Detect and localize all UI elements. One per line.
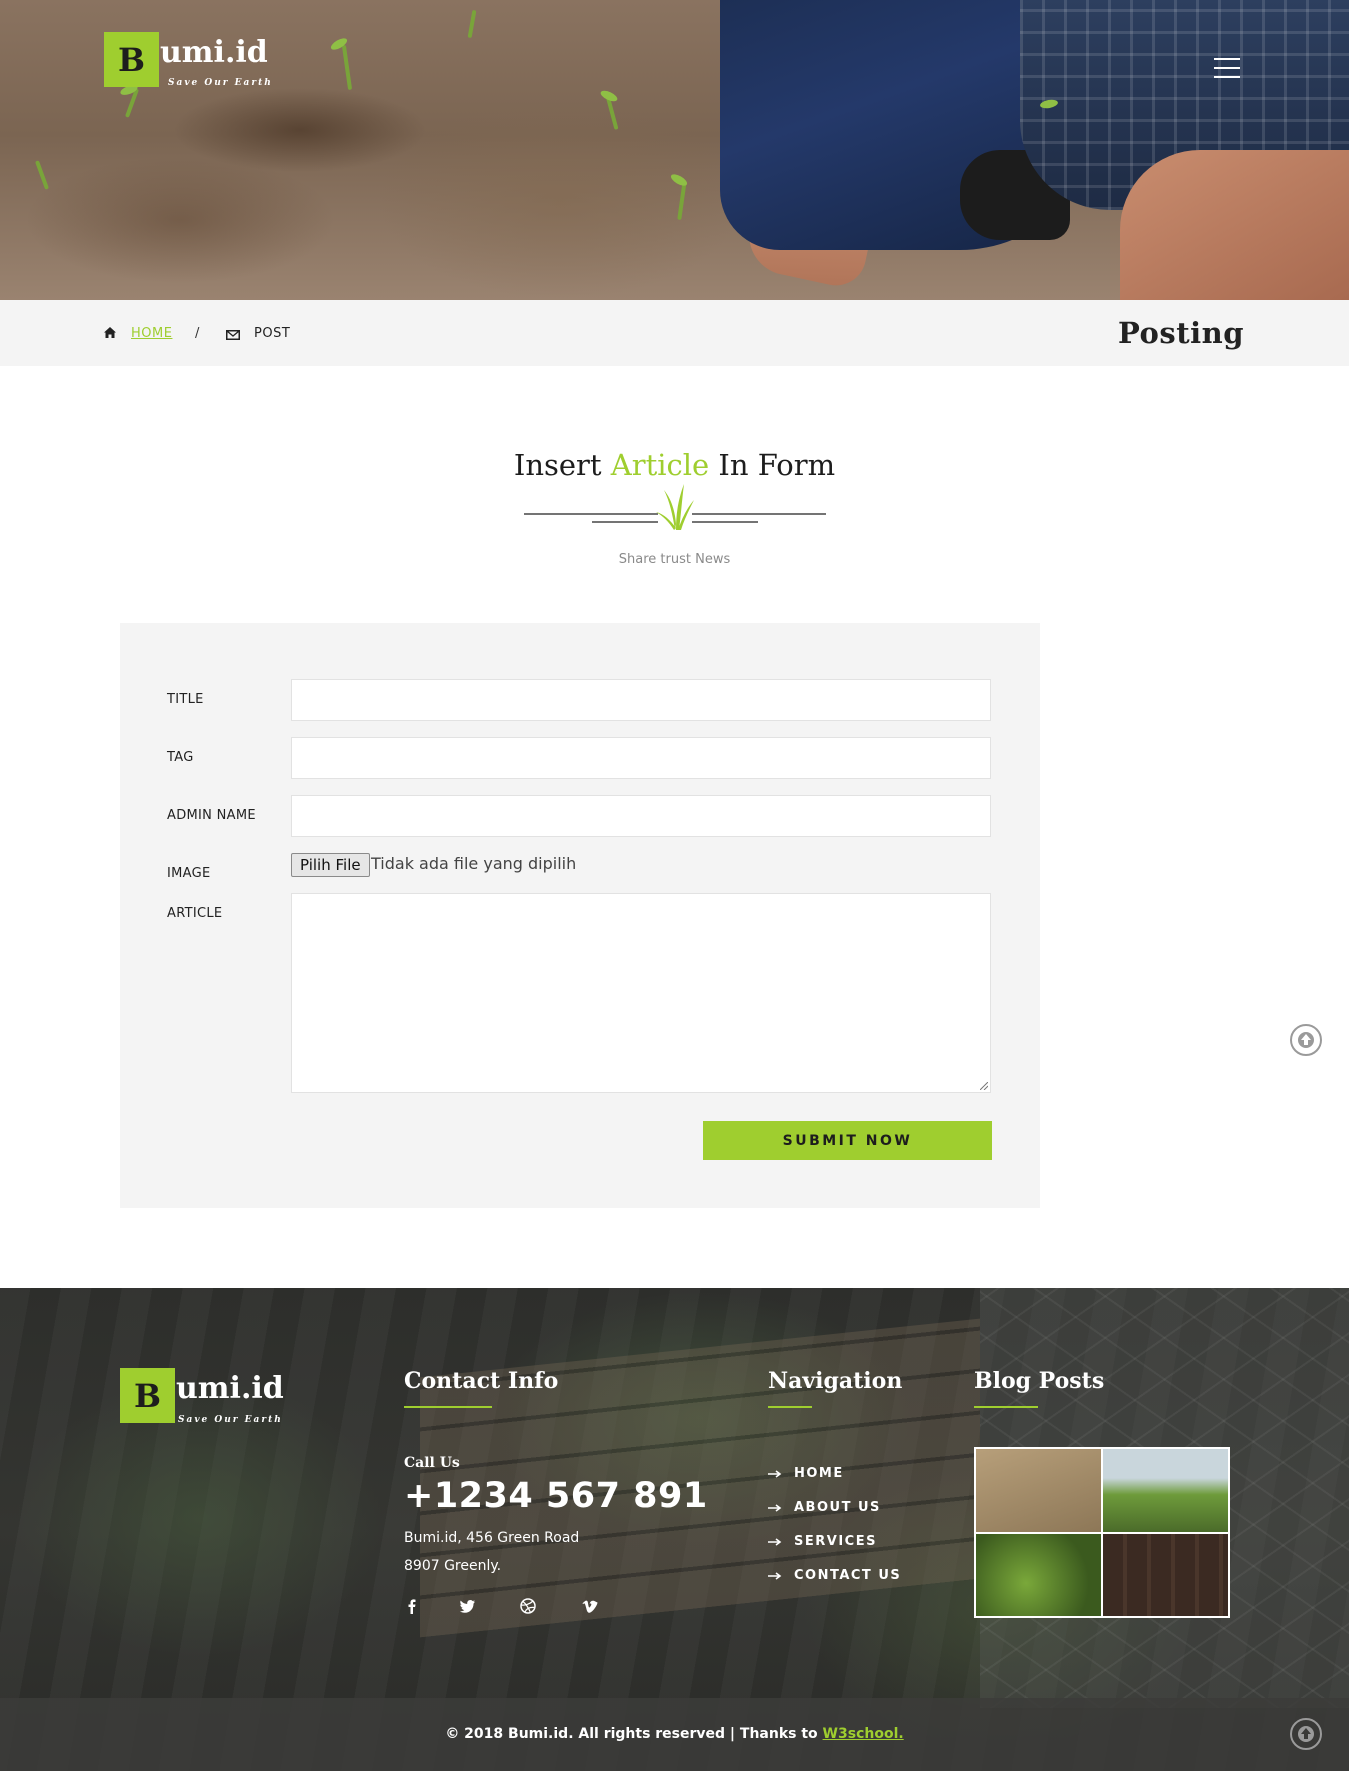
call-label: Call Us: [404, 1455, 460, 1471]
arrow-up-icon: [1298, 1032, 1314, 1048]
hamburger-line: [1214, 58, 1240, 60]
twitter-icon[interactable]: [460, 1598, 476, 1614]
blog-thumbnail[interactable]: [1103, 1449, 1228, 1532]
footer-nav-services[interactable]: SERVICES: [768, 1534, 877, 1549]
blog-posts-heading-underline: [974, 1406, 1038, 1408]
footer-nav-contact-us[interactable]: CONTACT US: [768, 1568, 901, 1583]
section-title-end: In Form: [709, 448, 836, 482]
footer-nav-label: HOME: [794, 1466, 844, 1481]
scroll-to-top-button[interactable]: [1290, 1024, 1322, 1056]
article-label: ARTICLE: [167, 906, 223, 921]
sprout: [341, 44, 353, 91]
arrow-right-icon: [768, 1537, 782, 1546]
footer-nav-home[interactable]: HOME: [768, 1466, 844, 1481]
section-title-accent: Article: [610, 448, 710, 482]
admin-name-label: ADMIN NAME: [167, 808, 256, 823]
article-textarea[interactable]: [291, 893, 991, 1093]
logo-name: umi.id: [160, 35, 268, 70]
leaf: [669, 172, 689, 188]
footer-logo[interactable]: B umi.id Save Our Earth: [120, 1368, 284, 1425]
logo-letter: B: [120, 1368, 175, 1423]
copyright-label: © 2018 Bumi.id. All rights reserved | Th…: [445, 1726, 823, 1742]
header-logo[interactable]: B umi.id Save Our Earth: [104, 32, 271, 88]
breadcrumb-current: POST: [254, 326, 291, 341]
logo-name: umi.id: [176, 1371, 284, 1406]
logo-tagline: Save Our Earth: [178, 1415, 283, 1425]
arrow-right-icon: [768, 1503, 782, 1512]
navigation-heading: Navigation: [768, 1368, 903, 1394]
blog-thumbnail[interactable]: [976, 1449, 1101, 1532]
logo-letter: B: [104, 32, 159, 87]
section-title-start: Insert: [513, 448, 611, 482]
section-subtitle: Share trust News: [618, 552, 731, 567]
logo-tagline: Save Our Earth: [168, 78, 273, 88]
hamburger-line: [1214, 76, 1240, 78]
facebook-icon[interactable]: [404, 1598, 420, 1614]
menu-toggle-button[interactable]: [1214, 58, 1240, 80]
home-icon: [104, 327, 116, 338]
envelope-icon: [226, 330, 240, 340]
address-line-2: 8907 Greenly.: [404, 1558, 502, 1574]
blog-posts-heading: Blog Posts: [974, 1368, 1105, 1394]
footer-nav-about-us[interactable]: ABOUT US: [768, 1500, 881, 1515]
contact-heading-underline: [404, 1406, 492, 1408]
footer-nav-label: CONTACT US: [794, 1568, 902, 1583]
contact-heading: Contact Info: [404, 1368, 559, 1394]
title-input[interactable]: [291, 679, 991, 721]
breadcrumb-separator: /: [195, 326, 200, 341]
arrow-right-icon: [768, 1571, 782, 1580]
dribbble-icon[interactable]: [520, 1598, 536, 1614]
tag-input[interactable]: [291, 737, 991, 779]
grass-divider-icon: [524, 484, 826, 530]
image-label: IMAGE: [167, 866, 211, 881]
navigation-heading-underline: [768, 1406, 812, 1408]
submit-button[interactable]: SUBMIT NOW: [703, 1121, 992, 1160]
footer-scroll-to-top-button[interactable]: [1290, 1718, 1322, 1750]
phone-number: +1234 567 891: [404, 1476, 708, 1516]
footer-nav-label: SERVICES: [794, 1534, 877, 1549]
admin-name-input[interactable]: [291, 795, 991, 837]
arrow-up-icon: [1298, 1726, 1314, 1742]
sprout: [467, 9, 477, 39]
sprout: [34, 160, 50, 190]
blog-thumbnail[interactable]: [976, 1533, 1101, 1616]
vimeo-icon[interactable]: [582, 1598, 598, 1614]
resize-grip-icon[interactable]: [980, 1082, 988, 1090]
address-line-1: Bumi.id, 456 Green Road: [404, 1530, 580, 1546]
blog-thumbnails: [974, 1447, 1230, 1618]
copyright-text: © 2018 Bumi.id. All rights reserved | Th…: [0, 1726, 1349, 1742]
footer-nav-label: ABOUT US: [794, 1500, 881, 1515]
breadcrumb-home-link[interactable]: HOME: [131, 326, 172, 341]
hero-arm: [1120, 150, 1349, 300]
tag-label: TAG: [167, 750, 194, 765]
w3school-link[interactable]: W3school.: [823, 1726, 904, 1742]
arrow-right-icon: [768, 1469, 782, 1478]
page-title: Posting: [1118, 316, 1244, 350]
blog-thumbnail[interactable]: [1103, 1533, 1228, 1616]
section-title: Insert Article In Form: [0, 448, 1349, 482]
choose-file-button[interactable]: Pilih File: [291, 853, 370, 877]
hamburger-line: [1214, 67, 1240, 69]
title-label: TITLE: [167, 692, 204, 707]
file-status-text: Tidak ada file yang dipilih: [371, 854, 577, 873]
